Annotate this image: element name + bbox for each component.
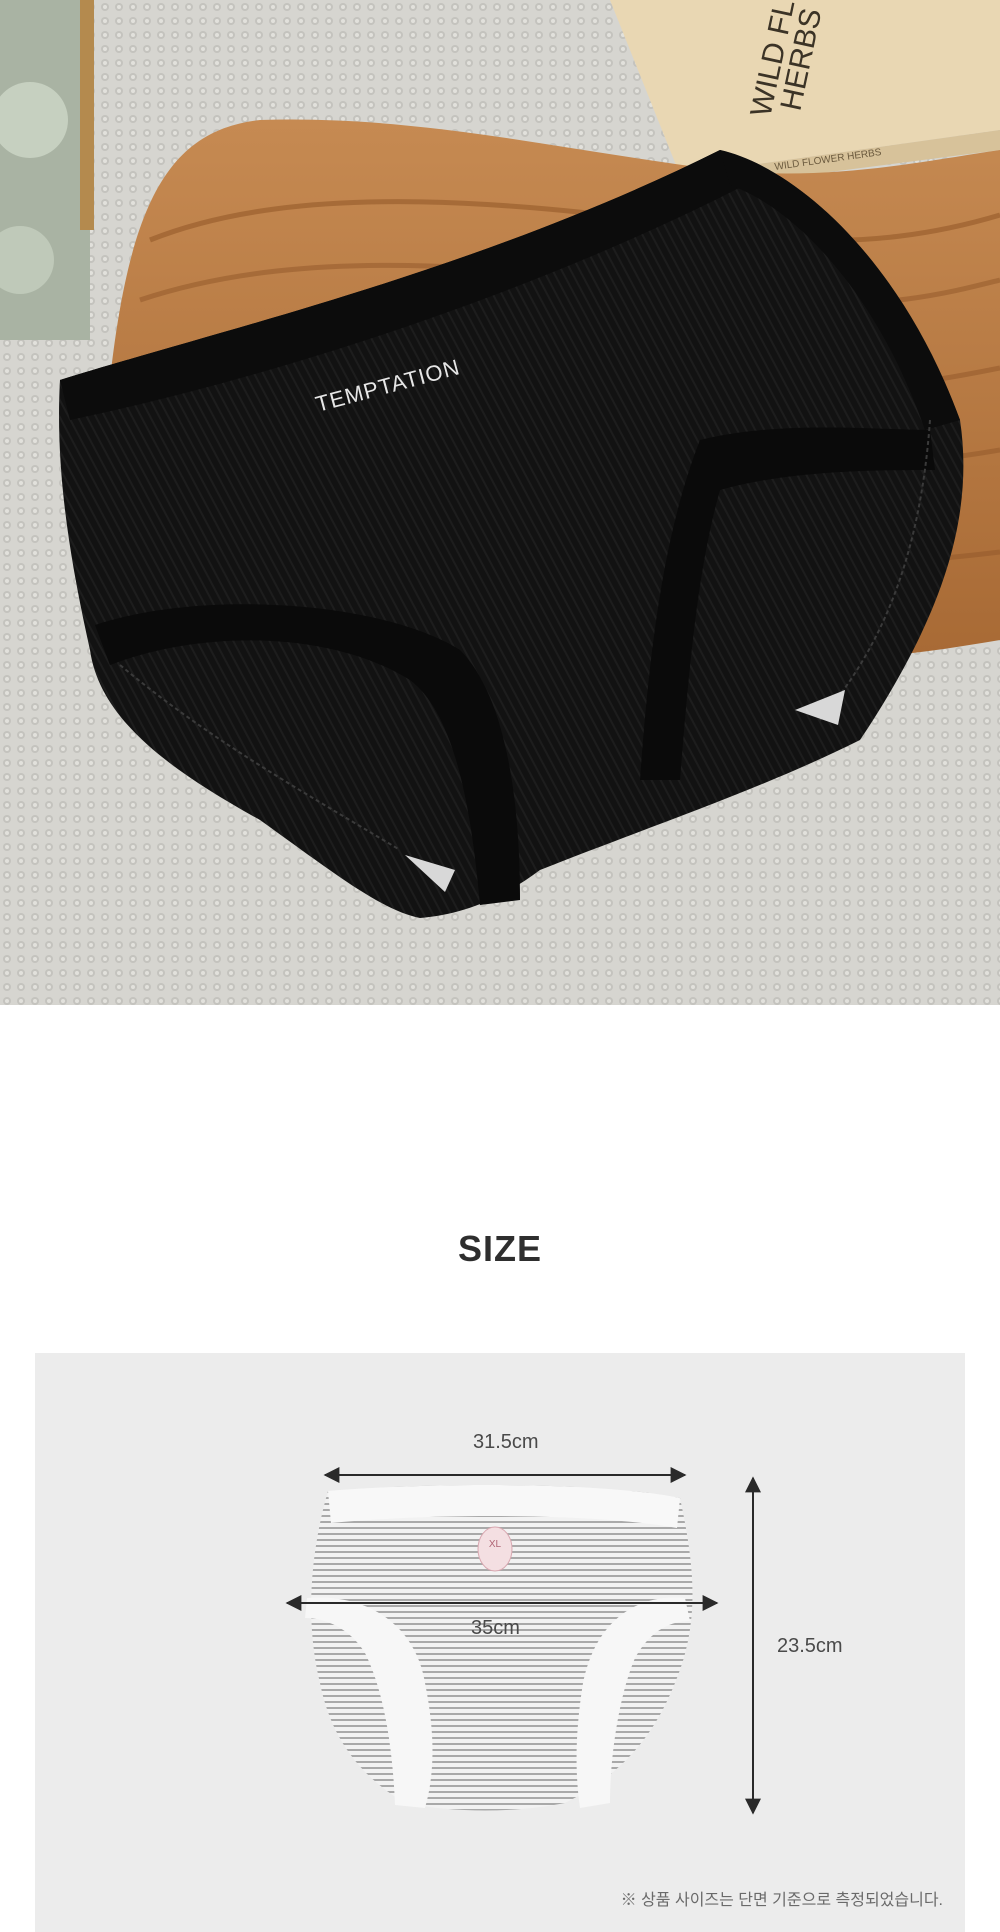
size-diagram-briefs: XL bbox=[305, 1485, 693, 1811]
size-tag-label: XL bbox=[489, 1539, 502, 1550]
flowers-decoration bbox=[0, 0, 94, 340]
product-photo: WILD FL HERBS WILD FLOWER HERBS TEMPTATI… bbox=[0, 0, 1000, 1005]
size-section-title: SIZE bbox=[457, 1228, 542, 1269]
size-chart-panel: XL 31.5cm 35cm 23.5cm ※ 상품 사이즈는 단면 기준으로 … bbox=[35, 1353, 965, 1932]
height-label: 23.5cm bbox=[777, 1635, 843, 1657]
size-measurement-note: ※ 상품 사이즈는 단면 기준으로 측정되었습니다. bbox=[620, 1892, 943, 1909]
waist-width-label: 31.5cm bbox=[473, 1431, 539, 1453]
hip-width-label: 35cm bbox=[471, 1617, 520, 1639]
